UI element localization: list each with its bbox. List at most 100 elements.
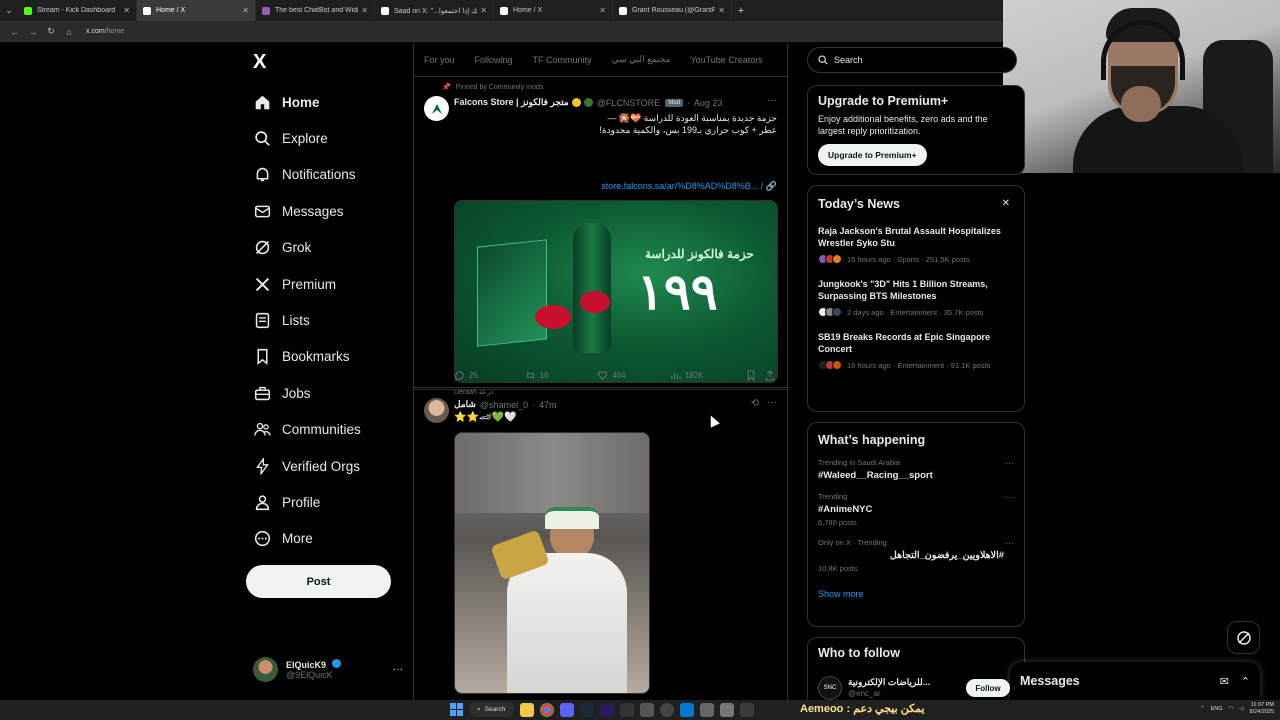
tweet-link[interactable]: store.falcons.sa/ar/%D8%AD%D8%B... / 🔗 (601, 181, 777, 192)
tweet-more-icon[interactable]: ··· (767, 95, 777, 106)
browser-tab[interactable]: The best ChatBot and Widgets✕ (256, 0, 375, 21)
obs-icon[interactable] (660, 702, 674, 717)
tweet-time[interactable]: 47m (539, 400, 557, 410)
news-item[interactable]: Jungkook's "3D" Hits 1 Billion Streams, … (818, 278, 1014, 317)
tweet-handle[interactable]: @FLCNSTORE (597, 98, 660, 108)
sidebar-item-home[interactable]: Home (252, 84, 361, 120)
tweet-handle[interactable]: @shamel_0 (480, 400, 528, 410)
grok-icon[interactable]: ⟲ (751, 398, 759, 409)
sidebar-item-more[interactable]: More (252, 521, 361, 557)
trend-more-icon[interactable]: ··· (1005, 458, 1014, 468)
vscode-icon[interactable] (680, 702, 694, 717)
tab-4[interactable]: YouTube Creators (680, 55, 772, 65)
news-item[interactable]: SB19 Breaks Records at Epic Singapore Co… (818, 331, 1014, 370)
browser-tab[interactable]: Saad on X: "...وكويك إذا اجتمعوا"✕ (375, 0, 494, 21)
upgrade-premium-button[interactable]: Upgrade to Premium+ (818, 144, 927, 166)
post-button[interactable]: Post (246, 565, 391, 598)
like-button[interactable]: 404 (597, 370, 670, 381)
sidebar-item-verified-orgs[interactable]: Verified Orgs (252, 448, 361, 484)
forward-icon[interactable]: → (24, 27, 42, 37)
sidebar-item-jobs[interactable]: Jobs (252, 375, 361, 411)
trend-item[interactable]: Trending #AnimeNYC 6,780 posts ··· (818, 492, 1014, 527)
tweet-more-icon[interactable]: ··· (767, 397, 777, 408)
reply-button[interactable]: 25 (454, 370, 525, 381)
expand-icon[interactable]: ⌃ (1241, 675, 1250, 688)
sidebar-item-profile[interactable]: Profile (252, 484, 361, 520)
sidebar-item-explore[interactable]: Explore (252, 120, 361, 156)
tweet-image[interactable] (454, 432, 650, 694)
app-icon[interactable] (640, 702, 654, 717)
show-more-link[interactable]: Show more (818, 589, 1014, 599)
close-tab-icon[interactable]: ✕ (599, 6, 606, 15)
avatar[interactable] (424, 96, 449, 121)
tab-0[interactable]: For you (414, 55, 465, 65)
file-explorer-icon[interactable] (520, 702, 534, 717)
tab-list-button[interactable]: ⌄ (0, 5, 18, 16)
new-message-icon[interactable]: ✉ (1220, 675, 1229, 688)
views-button[interactable]: 182K (670, 370, 747, 381)
x-logo[interactable]: X (253, 51, 266, 74)
close-tab-icon[interactable]: ✕ (480, 6, 487, 15)
premiere-icon[interactable] (600, 702, 614, 717)
new-tab-button[interactable]: + (732, 5, 750, 17)
bookmark-icon[interactable] (746, 370, 765, 381)
sidebar-item-lists[interactable]: Lists (252, 302, 361, 338)
back-icon[interactable]: ← (6, 27, 24, 37)
avatar[interactable] (424, 398, 449, 423)
app-icon[interactable] (700, 702, 714, 717)
trend-more-icon[interactable]: ··· (1005, 538, 1014, 548)
browser-tab[interactable]: Home / X ✕ (137, 0, 256, 21)
browser-tab[interactable]: Grant Rousseau (@GrantRous)...✕ (613, 0, 732, 21)
tweet-image[interactable]: حزمة فالكونز للدراسة ١٩٩ (454, 200, 778, 383)
account-more-icon[interactable]: ··· (393, 664, 403, 675)
taskbar-search[interactable]: ⌕ Search (469, 702, 514, 717)
search-input[interactable] (834, 55, 1004, 65)
trend-item[interactable]: Trending in Saudi Arabia #Waleed__Racing_… (818, 458, 1014, 481)
reload-icon[interactable]: ↻ (42, 26, 60, 37)
home-page-icon[interactable]: ⌂ (60, 27, 78, 37)
tweet[interactable]: 📌 Pinned by Community mods Falcons Store… (414, 77, 787, 396)
windows-start-icon[interactable] (450, 703, 463, 716)
tweet-author[interactable]: Falcons Store | متجر فالكونز (454, 97, 569, 108)
close-tab-icon[interactable]: ✕ (718, 6, 725, 15)
app-icon[interactable] (720, 702, 734, 717)
browser-tab[interactable]: Home / X ✕ (494, 0, 613, 21)
avatar[interactable]: SNC (818, 676, 842, 700)
app-icon[interactable] (740, 702, 754, 717)
suggested-name[interactable]: ...للرياضات الإلكترونية (848, 677, 930, 688)
url-field[interactable]: x.com/home (86, 28, 124, 35)
chrome-icon[interactable] (540, 702, 554, 717)
close-tab-icon[interactable]: ✕ (242, 6, 249, 15)
volume-icon[interactable]: ◁ (1239, 706, 1243, 712)
tab-3[interactable]: مجتمع البي سي (602, 54, 681, 65)
clock[interactable]: 11:07 PM 8/24/2025 (1250, 702, 1274, 716)
wifi-icon[interactable]: ◠ (1228, 706, 1233, 712)
sidebar-item-messages[interactable]: Messages (252, 193, 361, 229)
sidebar-item-grok[interactable]: Grok (252, 230, 361, 266)
terminal-icon[interactable] (620, 702, 634, 717)
lang-indicator[interactable]: ENG (1211, 706, 1223, 712)
trend-item[interactable]: Only on X · Trending #الاهلاويين_يرفضون_ا… (818, 538, 1014, 573)
tweet[interactable]: شامل @shamel_0 · 47m ⟲ ··· ⭐⭐🏎💚🤍 (414, 390, 787, 720)
repost-button[interactable]: 16 (525, 370, 598, 381)
discord-icon[interactable] (560, 702, 574, 717)
tweet-author[interactable]: شامل (454, 399, 476, 410)
tray-icon[interactable]: ⌃ (1200, 706, 1205, 712)
trend-more-icon[interactable]: ··· (1005, 492, 1014, 502)
follow-button[interactable]: Follow (966, 679, 1010, 697)
share-icon[interactable] (765, 370, 779, 381)
grok-fab-button[interactable] (1227, 621, 1260, 654)
search-box[interactable] (807, 47, 1017, 73)
account-switcher[interactable]: ElQuicK9 @9ElQuicK ··· (253, 655, 403, 683)
messages-drawer[interactable]: Messages ✉ ⌃ (1010, 662, 1260, 700)
steam-icon[interactable] (580, 702, 594, 717)
browser-tab[interactable]: Stream - Kick Dashboard ✕ (18, 0, 137, 21)
news-item[interactable]: Raja Jackson's Brutal Assault Hospitaliz… (818, 225, 1014, 264)
close-icon[interactable]: ✕ (1002, 198, 1010, 209)
tab-2[interactable]: TF Community (523, 55, 602, 65)
tweet-time[interactable]: Aug 23 (694, 98, 723, 108)
close-tab-icon[interactable]: ✕ (361, 6, 368, 15)
sidebar-item-notifications[interactable]: Notifications (252, 157, 361, 193)
tab-1[interactable]: Following (465, 55, 523, 65)
close-tab-icon[interactable]: ✕ (123, 6, 130, 15)
